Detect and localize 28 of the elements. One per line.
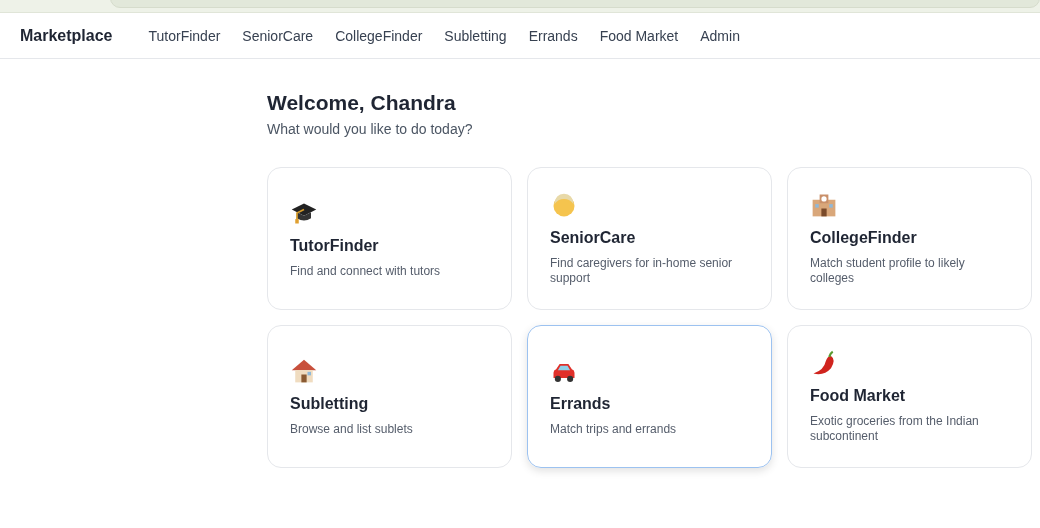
card-description: Find caregivers for in-home senior support [550,256,734,286]
nav-link[interactable]: TutorFinder [148,27,221,44]
card-description: Exotic groceries from the Indian subcontinent [810,414,980,444]
card-title: CollegeFinder [810,229,918,247]
nav-link[interactable]: Food Market [599,27,679,44]
card-title: Food Market [810,387,907,405]
card-title: TutorFinder [290,236,380,255]
service-card[interactable]: Food Market Exotic groceries from the Indian subcontinent [787,325,1032,468]
card-title: Errands [550,394,612,413]
service-card[interactable]: TutorFinder Find and connect with tutors [267,167,512,310]
nav-link[interactable]: CollegeFinder [335,27,423,44]
card-description: Match trips and errands [550,421,678,437]
welcome-subtitle: What would you like to do today? [267,121,474,137]
card-description: Match student profile to likely colleges [810,256,966,286]
welcome-heading: Welcome, Chandra [267,91,457,115]
card-description: Find and connect with tutors [290,263,442,279]
service-card[interactable]: CollegeFinder Match student profile to likely colleges [787,167,1032,310]
nav-link[interactable]: Admin [700,27,740,44]
service-card[interactable]: Subletting Browse and list sublets [267,325,512,468]
card-description: Browse and list sublets [290,421,414,437]
service-card[interactable]: Errands Match trips and errands [527,325,772,468]
card-title: Subletting [290,394,370,413]
service-card[interactable]: SeniorCare Find caregivers for in-home senior support [527,167,772,310]
card-title: SeniorCare [550,229,637,247]
brand-name[interactable]: Marketplace [20,26,113,45]
nav-link[interactable]: Subletting [444,27,507,44]
nav-link[interactable]: Errands [528,27,578,44]
nav-link[interactable]: SeniorCare [242,27,314,44]
